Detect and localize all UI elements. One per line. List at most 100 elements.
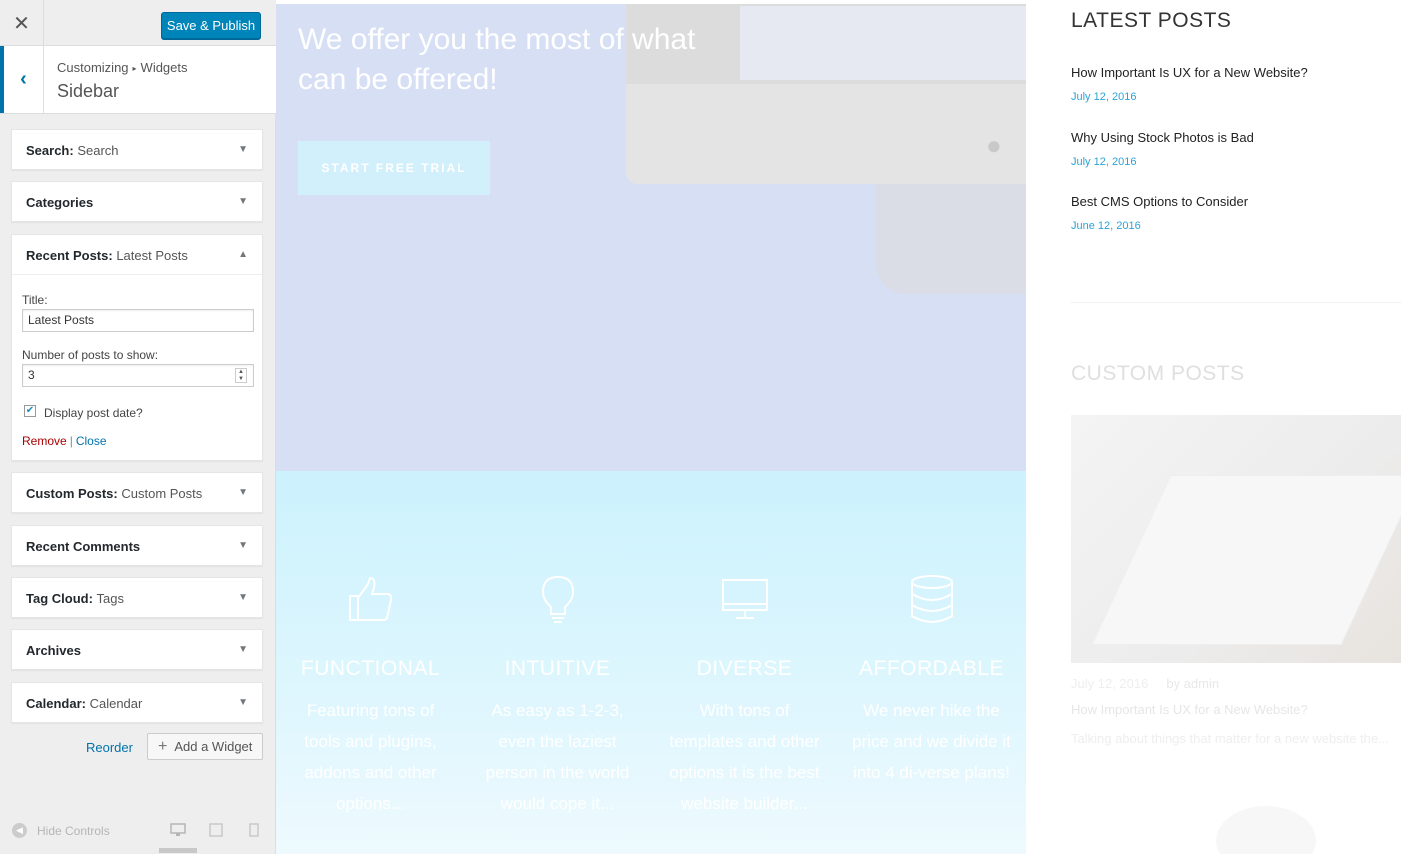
feature-intuitive: INTUITIVE As easy as 1-2-3, even the laz… (470, 471, 645, 819)
desktop-preview-icon[interactable] (170, 823, 186, 840)
widget-name: Archives (26, 643, 81, 658)
close-widget-link[interactable]: Close (76, 434, 107, 448)
hero-section: ● We offer you the most of what can be o… (276, 4, 1026, 471)
custom-post-author[interactable]: by admin (1166, 676, 1219, 691)
widget-name: Search: (26, 143, 74, 158)
widget-name: Calendar: (26, 696, 86, 711)
post-count-value: 3 (28, 368, 35, 382)
custom-post-meta: July 12, 2016 by admin (1071, 676, 1219, 691)
apple-logo-icon: ● (986, 130, 1002, 160)
chevron-left-icon: ‹ (20, 68, 27, 90)
feature-text: We never hike the price and we divide it… (852, 701, 1011, 782)
remove-widget-link[interactable]: Remove (22, 434, 67, 448)
widget-recent-posts-expanded: Recent Posts: Latest Posts ▲ Title: Late… (11, 234, 263, 461)
widget-title: Latest Posts (116, 248, 188, 263)
feature-title: FUNCTIONAL (300, 657, 441, 680)
hero-heading: We offer you the most of what can be off… (298, 23, 696, 96)
caret-down-icon[interactable]: ▼ (238, 196, 248, 207)
widget-name: Recent Comments (26, 539, 141, 554)
close-customizer-button[interactable]: ✕ (0, 0, 44, 46)
add-widget-button[interactable]: + Add a Widget (147, 733, 263, 760)
post-count-input[interactable]: 3 ▲ ▼ (22, 364, 254, 387)
feature-title: INTUITIVE (504, 657, 611, 680)
customizer-header: ✕ Save & Publish (0, 0, 276, 46)
start-free-trial-button[interactable]: START FREE TRIAL (298, 141, 490, 195)
number-stepper-icon[interactable]: ▲ ▼ (235, 368, 247, 383)
save-publish-button[interactable]: Save & Publish (161, 12, 261, 39)
monitor-stand-image (876, 184, 1026, 294)
divider (1071, 302, 1401, 303)
active-device-indicator (159, 848, 197, 853)
breadcrumb-root: Customizing (57, 60, 129, 75)
caret-up-icon[interactable]: ▲ (238, 249, 248, 260)
site-preview: ● We offer you the most of what can be o… (276, 0, 1419, 854)
widget-search[interactable]: Search: Search ▼ (11, 129, 263, 170)
features-section: FUNCTIONAL Featuring tons of tools and p… (276, 471, 1026, 854)
custom-post-excerpt: Talking about things that matter for a n… (1071, 731, 1389, 746)
post-date: July 12, 2016 (1071, 91, 1137, 103)
caret-down-icon[interactable]: ▼ (238, 540, 248, 551)
hide-controls-button[interactable]: ◀ Hide Controls (12, 823, 110, 838)
breadcrumb-current: Widgets (140, 60, 188, 75)
feature-title: DIVERSE (696, 657, 793, 680)
custom-post-thumbnail[interactable] (1071, 415, 1401, 663)
latest-post-item: Best CMS Options to Consider June 12, 20… (1071, 194, 1248, 232)
database-icon (844, 574, 1019, 624)
customizer-sidebar: ✕ Save & Publish ‹ Customizing ▸ Widgets S… (0, 0, 276, 854)
feature-title: AFFORDABLE (858, 657, 1005, 680)
title-label: Title: (22, 293, 48, 307)
widget-custom-posts[interactable]: Custom Posts: Custom Posts ▼ (11, 472, 263, 513)
widget-categories[interactable]: Categories ▼ (11, 181, 263, 222)
feature-text: Featuring tons of tools and plugins, add… (304, 701, 437, 813)
feature-text: As easy as 1-2-3, even the laziest perso… (485, 701, 630, 813)
section-title: Sidebar (57, 81, 120, 101)
post-title-link[interactable]: Best CMS Options to Consider (1071, 194, 1248, 209)
post-title-link[interactable]: How Important Is UX for a New Website? (1071, 65, 1308, 80)
widget-archives[interactable]: Archives ▼ (11, 629, 263, 670)
widget-tag-cloud[interactable]: Tag Cloud: Tags ▼ (11, 577, 263, 618)
caret-down-icon[interactable]: ▼ (238, 697, 248, 708)
partial-avatar-image (1216, 806, 1316, 854)
widget-name: Recent Posts: (26, 248, 113, 263)
widget-name: Categories (26, 195, 94, 210)
caret-down-icon[interactable]: ▼ (238, 487, 248, 498)
reorder-link[interactable]: Reorder (86, 740, 133, 755)
caret-down-icon[interactable]: ▼ (238, 144, 248, 155)
caret-down-icon[interactable]: ▼ (238, 592, 248, 603)
latest-posts-heading: LATEST POSTS (1071, 9, 1232, 32)
feature-functional: FUNCTIONAL Featuring tons of tools and p… (283, 471, 458, 819)
post-date: July 12, 2016 (1071, 156, 1137, 168)
widget-title: Search (77, 143, 119, 158)
monitor-icon (657, 574, 832, 624)
widget-calendar[interactable]: Calendar: Calendar ▼ (11, 682, 263, 723)
display-date-label: Display post date? (44, 406, 143, 420)
feature-affordable: AFFORDABLE We never hike the price and w… (844, 471, 1019, 788)
custom-post-title-link[interactable]: How Important Is UX for a New Website? (1071, 702, 1308, 717)
widget-name: Custom Posts: (26, 486, 118, 501)
widget-actions: Remove | Close (22, 434, 107, 448)
count-label: Number of posts to show: (22, 348, 159, 362)
widget-title: Calendar (89, 696, 143, 711)
back-button[interactable]: ‹ (0, 46, 44, 113)
tablet-preview-icon[interactable] (209, 823, 223, 840)
caret-down-icon[interactable]: ▼ (238, 644, 248, 655)
widget-recent-comments[interactable]: Recent Comments ▼ (11, 525, 263, 566)
add-widget-label: Add a Widget (174, 739, 253, 754)
mobile-preview-icon[interactable] (249, 823, 259, 840)
section-header: ‹ Customizing ▸ Widgets Sidebar (0, 46, 276, 114)
lightbulb-icon (470, 574, 645, 624)
hide-controls-label: Hide Controls (37, 823, 110, 838)
thumbs-up-icon (283, 574, 458, 624)
preview-sidebar: LATEST POSTS How Important Is UX for a N… (1026, 0, 1419, 854)
display-date-checkbox[interactable]: ✔ (24, 405, 36, 417)
customizer-footer: ◀ Hide Controls (0, 808, 276, 854)
widget-title: Custom Posts (121, 486, 203, 501)
feature-diverse: DIVERSE With tons of templates and other… (657, 471, 832, 819)
widget-recent-posts-header[interactable]: Recent Posts: Latest Posts ▲ (12, 235, 262, 275)
title-input[interactable]: Latest Posts (22, 309, 254, 332)
widget-title: Tags (96, 591, 125, 606)
custom-posts-heading: CUSTOM POSTS (1071, 362, 1245, 385)
action-separator: | (69, 434, 73, 448)
plus-icon: + (158, 737, 168, 755)
post-title-link[interactable]: Why Using Stock Photos is Bad (1071, 130, 1254, 145)
